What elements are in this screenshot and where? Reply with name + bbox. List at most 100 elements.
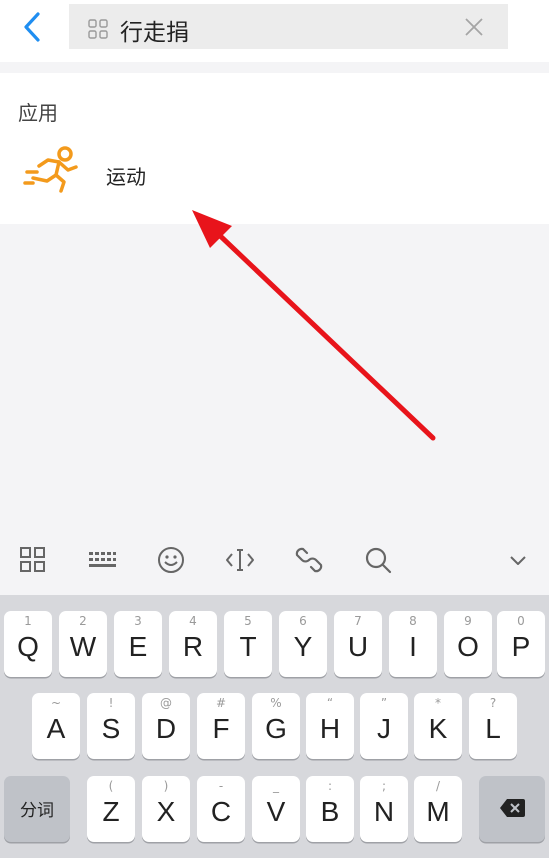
key-label: V	[266, 796, 286, 827]
keyboard: 1Q 2W 3E 4R 5T 6Y 7U 8I 9O 0P ~ A ! S @ D #…	[0, 595, 549, 858]
key-e[interactable]: 3E	[114, 611, 162, 677]
key-hint: 4	[189, 614, 197, 628]
search-icon[interactable]	[363, 545, 393, 575]
key-hint: 0	[517, 614, 525, 628]
key-label: Q	[17, 631, 39, 662]
cursor-icon[interactable]	[225, 545, 255, 575]
key-t[interactable]: 5T	[224, 611, 272, 677]
key-s[interactable]: ! S	[87, 693, 135, 759]
key-label: O	[457, 631, 479, 662]
key-hint: 2	[79, 614, 87, 628]
key-i[interactable]: 8I	[389, 611, 437, 677]
key-label: G	[265, 713, 287, 744]
key-label: C	[210, 796, 232, 827]
key-label: I	[409, 631, 417, 662]
key-hint: 9	[464, 614, 472, 628]
key-label: N	[373, 796, 395, 827]
key-label: R	[182, 631, 204, 662]
running-person-icon	[23, 146, 78, 193]
keyboard-toolbar	[0, 527, 549, 595]
key-label: S	[101, 713, 121, 744]
key-w[interactable]: 2W	[59, 611, 107, 677]
key-j[interactable]: ” J	[360, 693, 408, 759]
key-label: Y	[293, 631, 313, 662]
key-label: J	[377, 713, 391, 744]
key-hint: *	[435, 696, 441, 710]
key-hint: :	[327, 779, 333, 793]
backspace-icon	[500, 799, 525, 817]
search-box[interactable]: 行走捐	[69, 4, 508, 49]
key-hint: /	[435, 779, 441, 793]
section-title: 应用	[18, 101, 58, 125]
key-hint: %	[270, 696, 282, 710]
key-hint: )	[163, 779, 169, 793]
key-label: U	[347, 631, 369, 662]
key-hint: 8	[409, 614, 417, 628]
key-label: H	[319, 713, 341, 744]
key-o[interactable]: 9O	[444, 611, 492, 677]
key-c[interactable]: -C	[197, 776, 245, 842]
key-k[interactable]: * K	[414, 693, 462, 759]
key-label: 分词	[20, 801, 54, 821]
grid-icon[interactable]	[18, 545, 48, 575]
search-header: 行走捐	[0, 0, 549, 62]
key-label: E	[128, 631, 148, 662]
backspace-key[interactable]	[479, 776, 545, 842]
keyboard-icon[interactable]	[87, 545, 117, 575]
key-g[interactable]: % G	[252, 693, 300, 759]
key-l[interactable]: ? L	[469, 693, 517, 759]
key-label: X	[156, 796, 176, 827]
key-hint: _	[273, 779, 279, 793]
clear-icon[interactable]	[463, 16, 485, 38]
key-hint: (	[108, 779, 114, 793]
key-hint: 3	[134, 614, 142, 628]
key-label: A	[46, 713, 66, 744]
link-icon[interactable]	[294, 545, 324, 575]
key-hint: !	[108, 696, 114, 710]
key-hint: 1	[24, 614, 32, 628]
key-hint: #	[215, 696, 227, 710]
key-v[interactable]: _ V	[252, 776, 300, 842]
key-z[interactable]: (Z	[87, 776, 135, 842]
app-name: 运动	[106, 165, 146, 189]
collapse-chevron-icon[interactable]	[503, 545, 533, 575]
key-x[interactable]: ) X	[142, 776, 190, 842]
app-grid-icon	[88, 19, 108, 39]
key-label: L	[485, 713, 501, 744]
key-hint: 5	[244, 614, 252, 628]
key-q[interactable]: 1Q	[4, 611, 52, 677]
emoji-icon[interactable]	[156, 545, 186, 575]
key-f[interactable]: # F	[197, 693, 245, 759]
key-y[interactable]: 6Y	[279, 611, 327, 677]
key-label: B	[320, 796, 340, 827]
key-hint: “	[326, 696, 334, 710]
key-a[interactable]: ~ A	[32, 693, 80, 759]
key-label: Z	[102, 796, 120, 827]
key-label: M	[426, 796, 450, 827]
key-hint: 6	[299, 614, 307, 628]
key-h[interactable]: “H	[306, 693, 354, 759]
key-hint: -	[218, 779, 224, 793]
red-arrow-icon	[192, 210, 436, 441]
key-u[interactable]: 7U	[334, 611, 382, 677]
key-hint: @	[160, 696, 172, 710]
fenci-key[interactable]: 分词	[4, 776, 70, 842]
key-label: D	[155, 713, 177, 744]
key-n[interactable]: ; N	[360, 776, 408, 842]
key-label: F	[212, 713, 230, 744]
key-b[interactable]: :B	[306, 776, 354, 842]
search-input[interactable]: 行走捐	[120, 13, 189, 47]
key-r[interactable]: 4R	[169, 611, 217, 677]
key-label: T	[239, 631, 257, 662]
key-hint: ;	[381, 779, 387, 793]
key-label: W	[69, 631, 97, 662]
key-hint: ”	[380, 696, 388, 710]
key-d[interactable]: @ D	[142, 693, 190, 759]
key-label: K	[428, 713, 448, 744]
key-m[interactable]: / M	[414, 776, 462, 842]
key-hint: ?	[489, 696, 497, 710]
key-p[interactable]: 0P	[497, 611, 545, 677]
back-arrow-icon[interactable]	[14, 9, 50, 45]
key-hint: ~	[50, 696, 62, 710]
key-hint: 7	[354, 614, 362, 628]
